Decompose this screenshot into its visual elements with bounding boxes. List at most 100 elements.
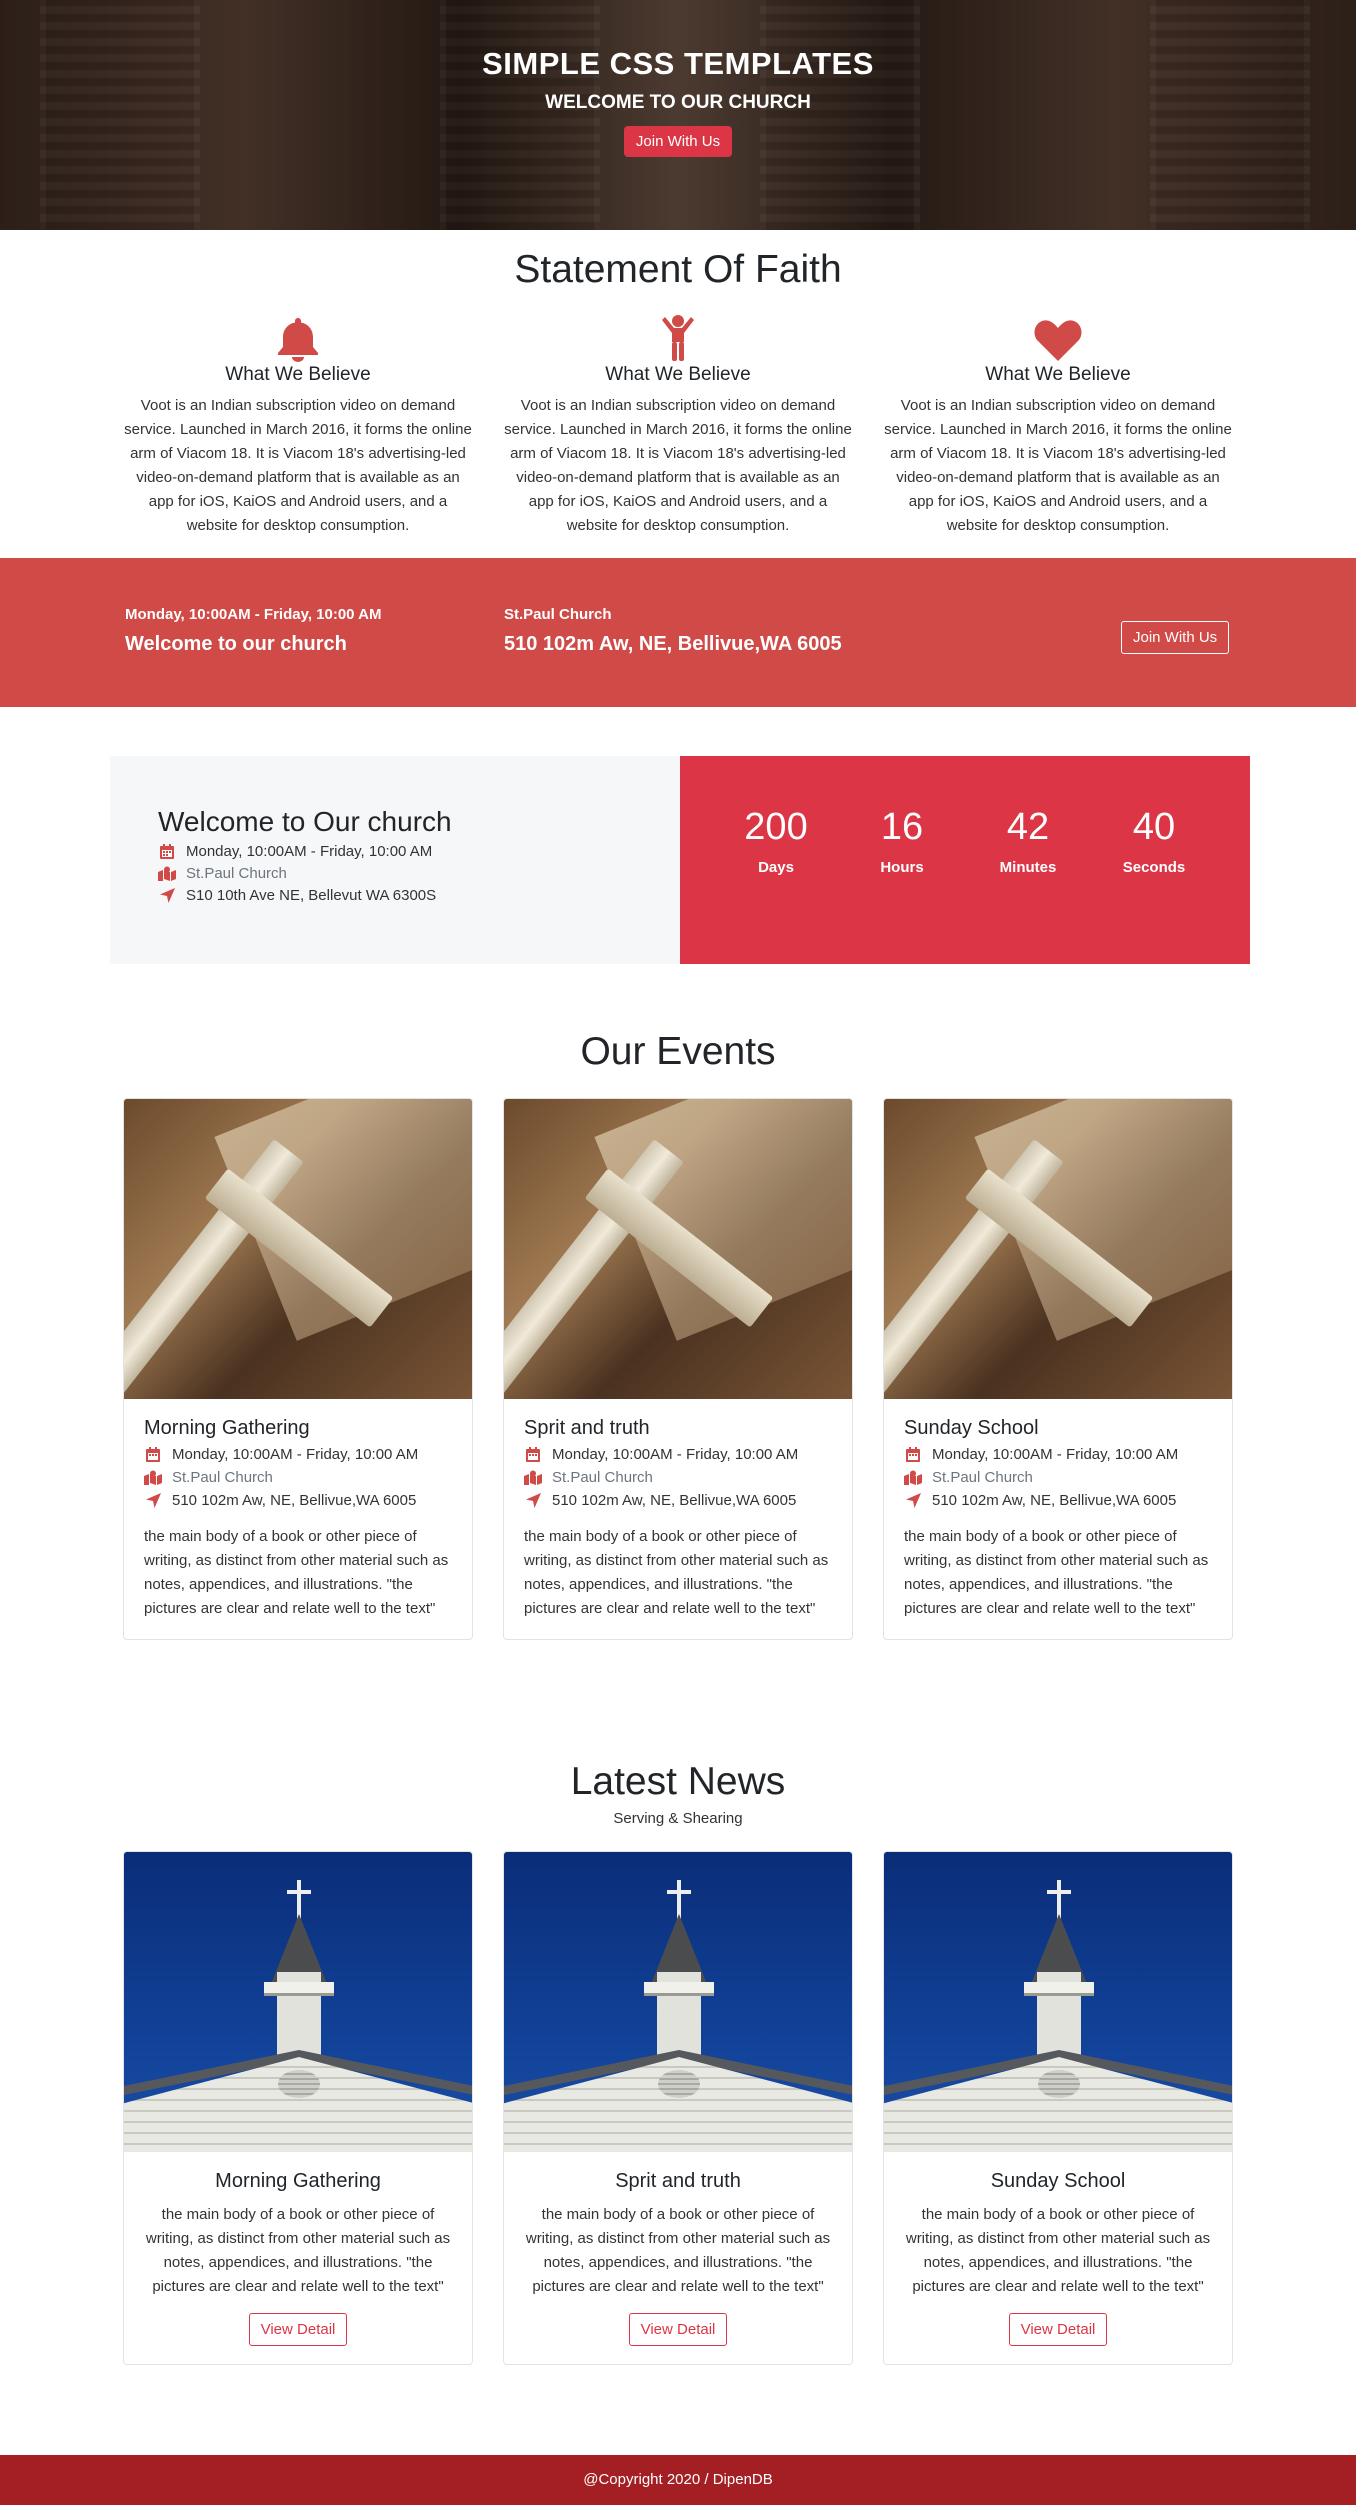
welcome-title: Welcome to Our church <box>158 806 452 837</box>
countdown-panel: 200 Days 16 Hours 42 Minutes 40 Seconds <box>680 756 1250 964</box>
events-title: Our Events <box>580 1030 776 1073</box>
footer: @Copyright 2020 / DipenDB <box>0 2455 1356 2505</box>
child-icon <box>503 312 853 362</box>
banner-address: 510 102m Aw, NE, Bellivue,WA 6005 <box>504 633 842 655</box>
welcome-address-row: S10 10th Ave NE, Bellevut WA 6300S <box>158 887 680 904</box>
map-marked-icon <box>904 1470 922 1485</box>
news-item-title: Sunday School <box>990 2170 1126 2192</box>
event-time-row: Monday, 10:00AM - Friday, 10:00 AM <box>904 1446 1212 1463</box>
event-time: Monday, 10:00AM - Friday, 10:00 AM <box>172 1446 419 1463</box>
calendar-icon <box>144 1447 162 1462</box>
welcome-time-row: Monday, 10:00AM - Friday, 10:00 AM <box>158 843 680 860</box>
welcome-time: Monday, 10:00AM - Friday, 10:00 AM <box>186 843 433 860</box>
view-detail-button[interactable]: View Detail <box>628 2313 728 2346</box>
map-marked-icon <box>144 1470 162 1485</box>
event-time: Monday, 10:00AM - Friday, 10:00 AM <box>552 1446 799 1463</box>
event-text: the main body of a book or other piece o… <box>144 1528 449 1617</box>
view-detail-button[interactable]: View Detail <box>1008 2313 1108 2346</box>
countdown-label: Minutes <box>999 859 1057 876</box>
countdown-value: 16 <box>880 806 924 848</box>
news-title: Latest News <box>570 1760 786 1803</box>
cross-image <box>124 1099 472 1399</box>
event-title: Morning Gathering <box>144 1417 310 1439</box>
news-item-text: the main body of a book or other piece o… <box>525 2206 831 2295</box>
hero-section: SIMPLE CSS TEMPLATES WELCOME TO OUR CHUR… <box>0 0 1356 230</box>
cross-image <box>504 1099 852 1399</box>
event-address-row: 510 102m Aw, NE, Bellivue,WA 6005 <box>904 1492 1212 1509</box>
calendar-icon <box>524 1447 542 1462</box>
event-card[interactable]: Sprit and truth Monday, 10:00AM - Friday… <box>503 1098 853 1640</box>
faith-item: What We Believe Voot is an Indian subscr… <box>123 312 473 538</box>
faith-item-text: Voot is an Indian subscription video on … <box>124 397 472 534</box>
news-item-text: the main body of a book or other piece o… <box>145 2206 451 2295</box>
bell-icon <box>123 312 473 362</box>
countdown-value: 40 <box>1132 806 1176 848</box>
event-card[interactable]: Morning Gathering Monday, 10:00AM - Frid… <box>123 1098 473 1640</box>
banner-time-block: Monday, 10:00AM - Friday, 10:00 AM Welco… <box>125 606 381 656</box>
welcome-address: S10 10th Ave NE, Bellevut WA 6300S <box>186 887 437 904</box>
map-marked-icon <box>158 866 176 881</box>
events-section: Our Events Morning Gathering Monday, 10:… <box>0 1030 1356 1640</box>
church-steeple-image <box>124 1852 472 2152</box>
church-steeple-image <box>504 1852 852 2152</box>
view-detail-button[interactable]: View Detail <box>248 2313 348 2346</box>
countdown-hours: 16 Hours <box>839 806 965 964</box>
cross-image <box>884 1099 1232 1399</box>
news-card: Sunday School the main body of a book or… <box>883 1851 1233 2365</box>
event-card[interactable]: Sunday School Monday, 10:00AM - Friday, … <box>883 1098 1233 1640</box>
banner-join-button[interactable]: Join With Us <box>1121 621 1230 654</box>
calendar-icon <box>904 1447 922 1462</box>
event-address: 510 102m Aw, NE, Bellivue,WA 6005 <box>932 1492 1177 1509</box>
event-church: St.Paul Church <box>552 1469 653 1486</box>
hero-content: SIMPLE CSS TEMPLATES WELCOME TO OUR CHUR… <box>0 46 1356 157</box>
map-marked-icon <box>524 1470 542 1485</box>
news-item-title: Morning Gathering <box>215 2170 381 2192</box>
calendar-icon <box>158 844 176 859</box>
faith-item-text: Voot is an Indian subscription video on … <box>884 397 1232 534</box>
event-church: St.Paul Church <box>172 1469 273 1486</box>
location-arrow-icon <box>144 1493 162 1508</box>
hero-subtitle: WELCOME TO OUR CHURCH <box>545 92 811 113</box>
welcome-church: St.Paul Church <box>186 865 287 882</box>
heart-icon <box>883 312 1233 362</box>
location-arrow-icon <box>904 1493 922 1508</box>
event-text: the main body of a book or other piece o… <box>904 1528 1209 1617</box>
event-time-row: Monday, 10:00AM - Friday, 10:00 AM <box>144 1446 452 1463</box>
event-time: Monday, 10:00AM - Friday, 10:00 AM <box>932 1446 1179 1463</box>
welcome-info: Welcome to Our church Monday, 10:00AM - … <box>110 756 680 964</box>
news-item-title: Sprit and truth <box>615 2170 741 2192</box>
event-church-row: St.Paul Church <box>144 1469 452 1486</box>
banner-time: Monday, 10:00AM - Friday, 10:00 AM <box>125 606 382 623</box>
event-address-row: 510 102m Aw, NE, Bellivue,WA 6005 <box>524 1492 832 1509</box>
news-card: Morning Gathering the main body of a boo… <box>123 1851 473 2365</box>
welcome-church-row: St.Paul Church <box>158 865 680 882</box>
event-address-row: 510 102m Aw, NE, Bellivue,WA 6005 <box>144 1492 452 1509</box>
location-arrow-icon <box>158 888 176 903</box>
banner-location-block: St.Paul Church 510 102m Aw, NE, Bellivue… <box>504 606 842 656</box>
faith-item: What We Believe Voot is an Indian subscr… <box>883 312 1233 538</box>
hero-title: SIMPLE CSS TEMPLATES <box>482 46 874 81</box>
countdown-label: Hours <box>880 859 924 876</box>
news-section: Latest News Serving & Shearing Morning G… <box>0 1760 1356 2365</box>
countdown-value: 42 <box>1006 806 1050 848</box>
event-title: Sprit and truth <box>524 1417 650 1439</box>
countdown-minutes: 42 Minutes <box>965 806 1091 964</box>
countdown-seconds: 40 Seconds <box>1091 806 1217 964</box>
event-church: St.Paul Church <box>932 1469 1033 1486</box>
faith-item-title: What We Believe <box>225 364 371 385</box>
info-banner: Monday, 10:00AM - Friday, 10:00 AM Welco… <box>0 558 1356 707</box>
countdown-value: 200 <box>744 806 808 848</box>
faith-item-title: What We Believe <box>985 364 1131 385</box>
faith-item-text: Voot is an Indian subscription video on … <box>504 397 852 534</box>
event-church-row: St.Paul Church <box>524 1469 832 1486</box>
faith-title: Statement Of Faith <box>514 248 842 291</box>
countdown-label: Days <box>758 859 794 876</box>
welcome-section: Welcome to Our church Monday, 10:00AM - … <box>110 756 1250 964</box>
church-steeple-image <box>884 1852 1232 2152</box>
news-subtitle: Serving & Shearing <box>613 1810 743 1827</box>
hero-join-button[interactable]: Join With Us <box>623 126 733 157</box>
event-text: the main body of a book or other piece o… <box>524 1528 829 1617</box>
faith-section: Statement Of Faith What We Believe Voot … <box>0 230 1356 538</box>
event-title: Sunday School <box>904 1417 1039 1439</box>
event-time-row: Monday, 10:00AM - Friday, 10:00 AM <box>524 1446 832 1463</box>
